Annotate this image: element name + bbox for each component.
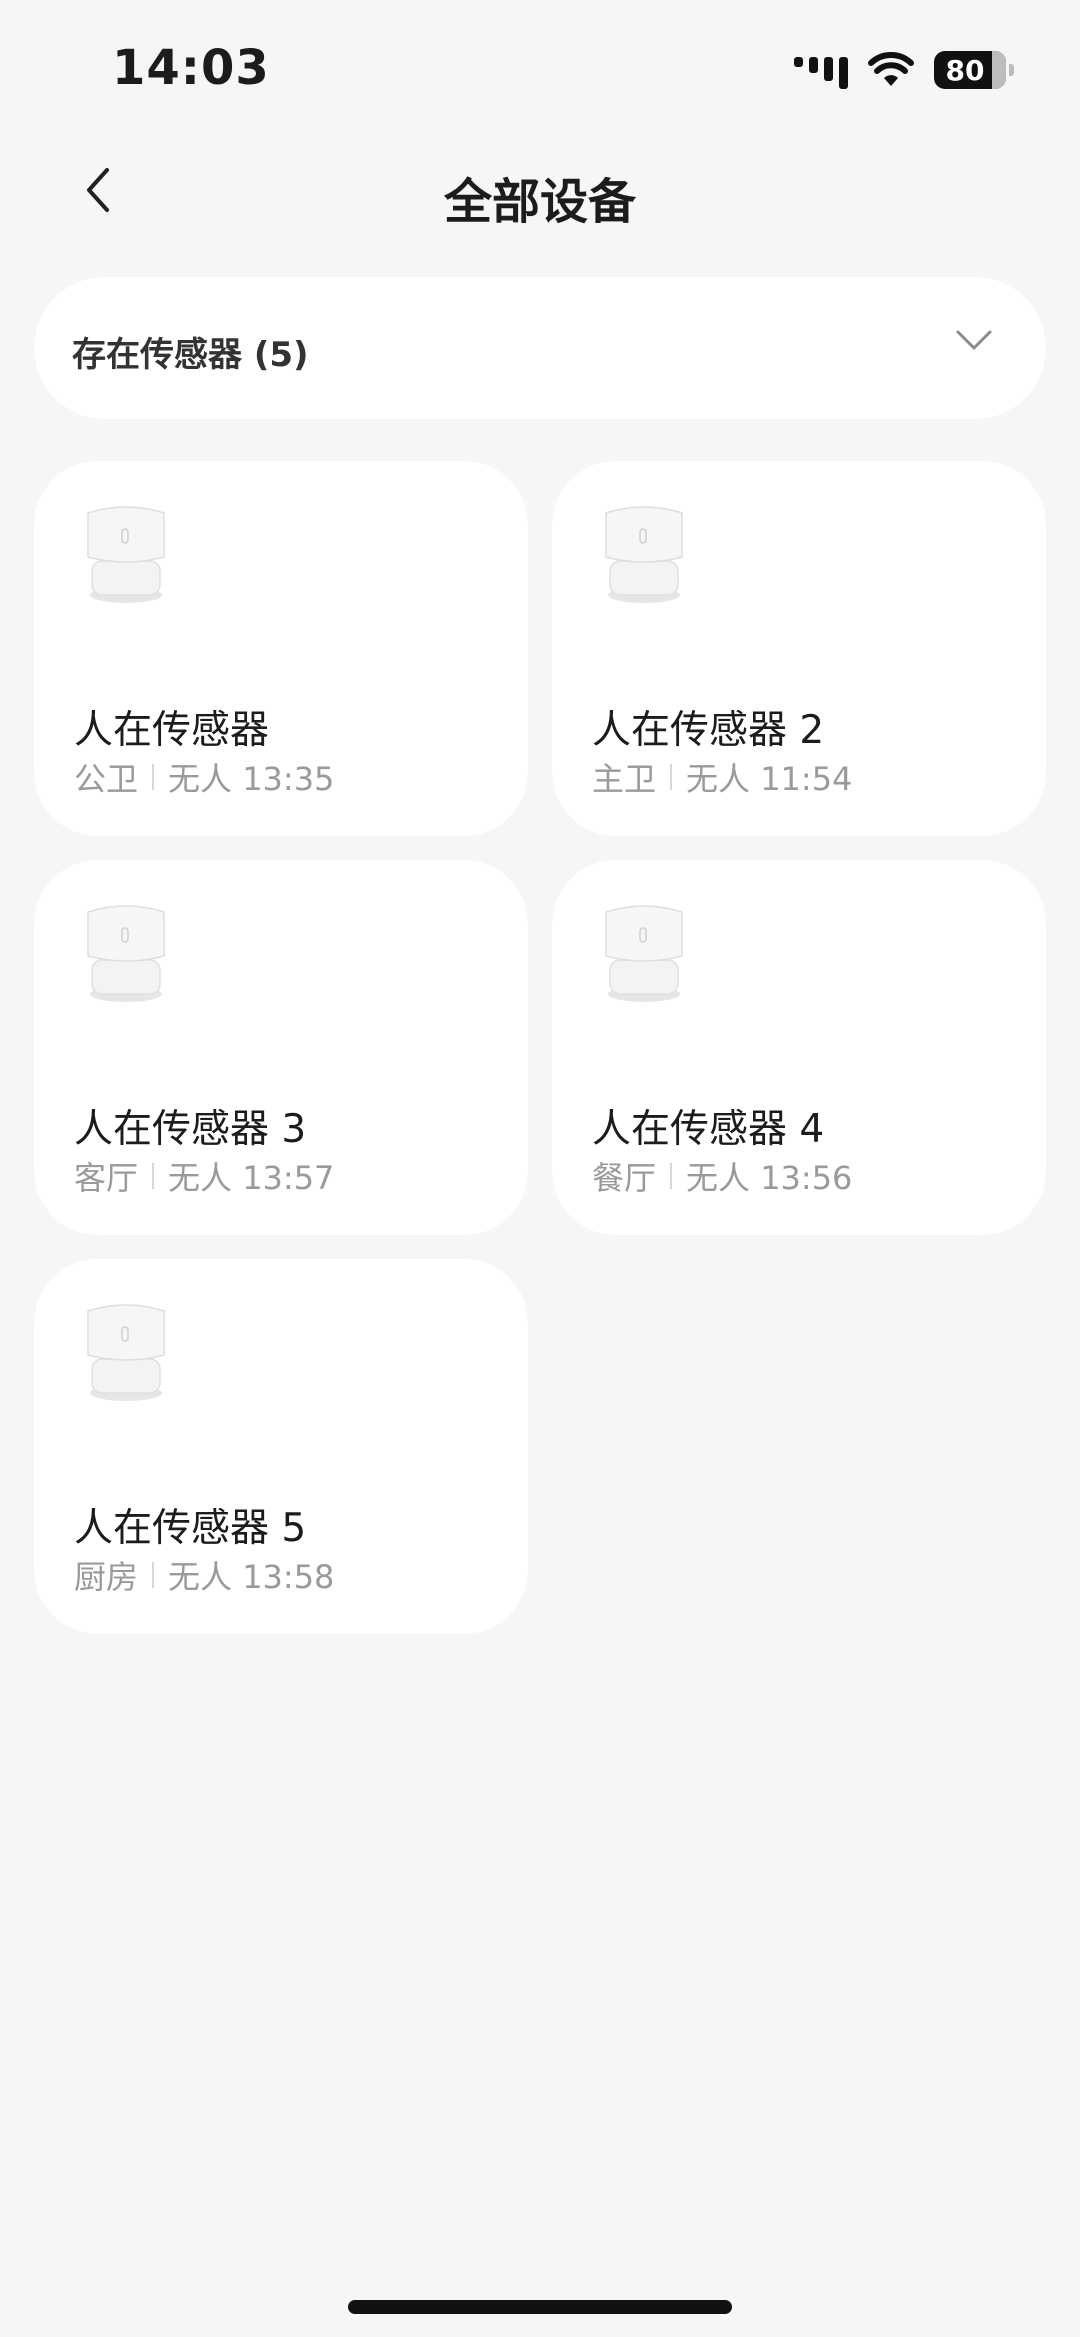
divider	[670, 764, 673, 790]
device-subtitle: 餐厅 无人 13:56	[592, 1153, 852, 1199]
device-room: 厨房	[74, 1558, 139, 1596]
device-subtitle: 厨房 无人 13:58	[74, 1552, 334, 1598]
device-status: 无人 13:56	[686, 1159, 853, 1197]
battery-icon: 80	[934, 51, 1014, 89]
presence-sensor-icon	[87, 1304, 165, 1401]
device-card[interactable]: 人在传感器 4 餐厅 无人 13:56	[552, 860, 1046, 1235]
home-indicator[interactable]	[348, 2300, 732, 2314]
page-title: 全部设备	[443, 174, 636, 230]
device-name: 人在传感器 2	[592, 708, 825, 753]
wifi-icon	[868, 52, 914, 86]
device-name: 人在传感器 4	[592, 1107, 825, 1152]
presence-sensor-icon	[87, 506, 165, 603]
presence-sensor-icon	[605, 905, 683, 1002]
device-card[interactable]: 人在传感器 2 主卫 无人 11:54	[552, 461, 1046, 836]
status-icons: 80	[794, 48, 1014, 92]
presence-sensor-icon	[87, 905, 165, 1002]
divider	[670, 1163, 673, 1189]
device-status: 无人 11:54	[686, 760, 853, 798]
device-status: 无人 13:57	[168, 1159, 335, 1197]
divider	[152, 764, 155, 790]
cellular-signal-icon	[794, 51, 848, 89]
filter-label: 存在传感器 (5)	[72, 335, 309, 375]
device-room: 公卫	[74, 760, 139, 798]
device-room: 餐厅	[592, 1159, 657, 1197]
page-header: 全部设备	[0, 150, 1080, 230]
device-card[interactable]: 人在传感器 3 客厅 无人 13:57	[34, 860, 528, 1235]
device-grid: 人在传感器 公卫 无人 13:35 人在传感器 2 主卫 无人 11:54 人在…	[34, 461, 1046, 1634]
device-card[interactable]: 人在传感器 公卫 无人 13:35	[34, 461, 528, 836]
device-name: 人在传感器 5	[74, 1506, 307, 1551]
divider	[152, 1163, 155, 1189]
device-name: 人在传感器	[74, 708, 270, 753]
status-bar: 14:03 80	[0, 0, 1080, 130]
device-card[interactable]: 人在传感器 5 厨房 无人 13:58	[34, 1259, 528, 1634]
presence-sensor-icon	[605, 506, 683, 603]
device-room: 主卫	[592, 760, 657, 798]
chevron-down-icon	[956, 330, 992, 350]
status-time: 14:03	[112, 40, 270, 96]
device-type-filter[interactable]: 存在传感器 (5)	[34, 277, 1046, 419]
device-status: 无人 13:58	[168, 1558, 335, 1596]
device-room: 客厅	[74, 1159, 139, 1197]
device-subtitle: 主卫 无人 11:54	[592, 754, 852, 800]
device-status: 无人 13:35	[168, 760, 335, 798]
divider	[152, 1562, 155, 1588]
device-name: 人在传感器 3	[74, 1107, 307, 1152]
battery-level: 80	[945, 53, 985, 87]
device-subtitle: 客厅 无人 13:57	[74, 1153, 334, 1199]
device-subtitle: 公卫 无人 13:35	[74, 754, 334, 800]
